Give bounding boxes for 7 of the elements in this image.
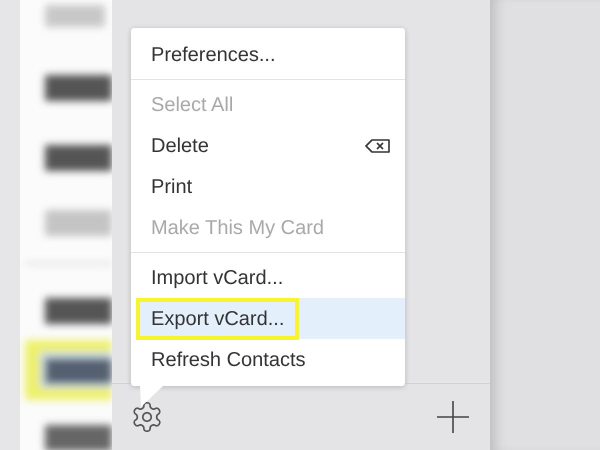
menu-item[interactable]: Refresh Contacts: [137, 339, 405, 380]
menu-item[interactable]: Print: [137, 166, 405, 207]
menu-item[interactable]: Preferences...: [137, 34, 405, 75]
add-icon[interactable]: [436, 400, 470, 434]
menu-item[interactable]: Export vCard...: [137, 298, 405, 339]
menu-item[interactable]: Import vCard...: [137, 257, 405, 298]
menu-item[interactable]: Delete: [137, 125, 405, 166]
